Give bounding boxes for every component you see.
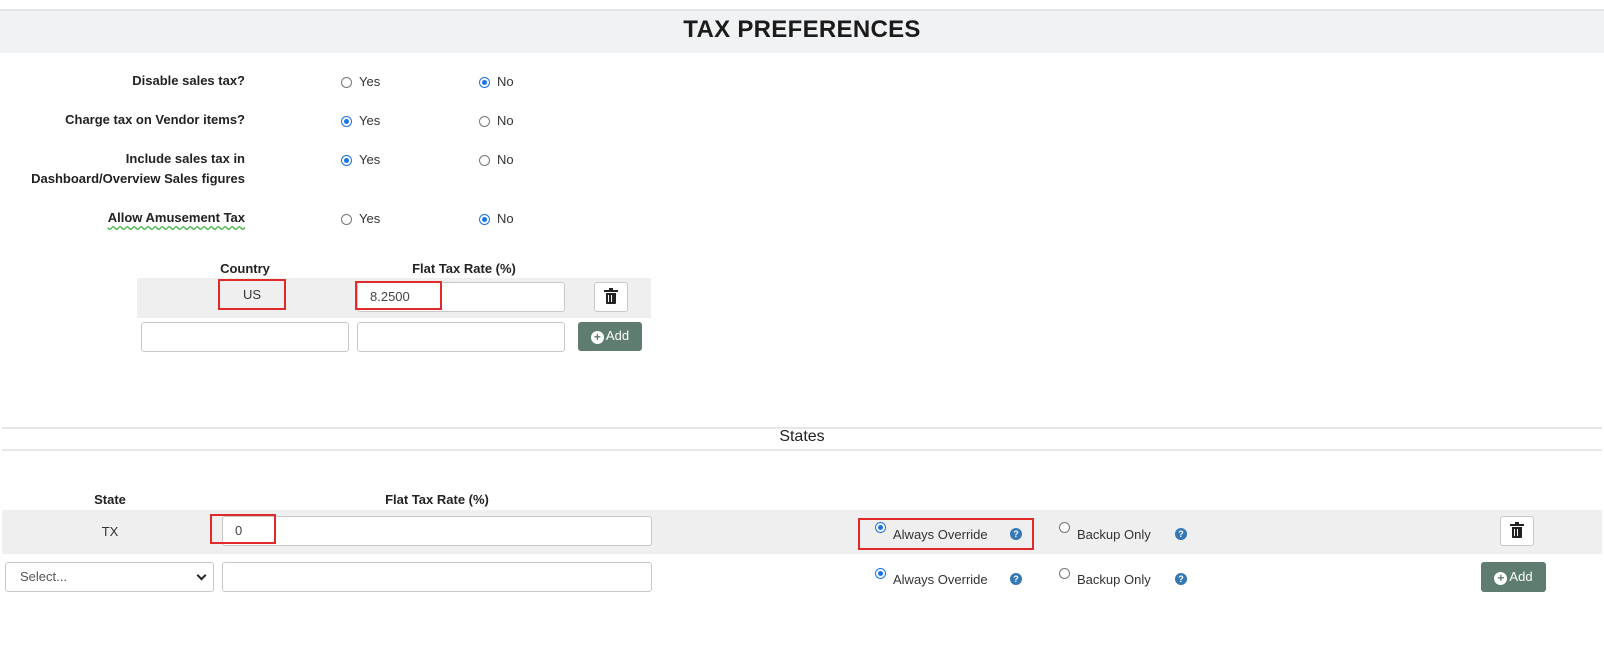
delete-state-button[interactable]: [1500, 516, 1534, 546]
plus-circle-icon: +: [1494, 572, 1508, 585]
amusement-tax-yes-radio[interactable]: [341, 214, 352, 225]
charge-vendor-tax-yes-radio[interactable]: [341, 116, 352, 127]
delete-country-button[interactable]: [594, 282, 628, 312]
new-state-always-override-radio[interactable]: [875, 568, 886, 579]
radio-label: Backup Only: [1077, 572, 1151, 587]
states-section-title: States: [779, 428, 825, 445]
add-label: Add: [605, 328, 630, 343]
highlight-box: [355, 281, 442, 310]
highlight-box: [858, 518, 1034, 550]
radio-label: Backup Only: [1077, 527, 1151, 542]
radio-label: No: [497, 211, 514, 226]
highlight-box: [218, 279, 286, 310]
section-divider: [2, 449, 1602, 451]
radio-label: Always Override: [893, 572, 988, 587]
include-sales-tax-no-radio[interactable]: [479, 155, 490, 166]
state-select-value: Select...: [20, 569, 67, 584]
page-title: TAX PREFERENCES: [683, 16, 921, 43]
pref-label-line: Dashboard/Overview Sales figures: [31, 171, 245, 186]
add-state-button[interactable]: + Add: [1481, 562, 1546, 592]
pref-label-line: Include sales tax in: [125, 151, 245, 166]
add-label: Add: [1509, 569, 1533, 584]
question-circle-icon[interactable]: ?: [1175, 528, 1187, 540]
plus-circle-icon: +: [590, 331, 604, 344]
radio-label: No: [497, 113, 514, 128]
pref-label-disable-sales-tax: Disable sales tax?: [132, 73, 245, 88]
state-select[interactable]: Select...: [5, 562, 214, 592]
pref-label-include-sales-tax: Include sales tax in Dashboard/Overview …: [0, 149, 245, 189]
state-backup-only-radio[interactable]: [1059, 522, 1070, 533]
chevron-down-icon: [196, 570, 207, 581]
highlight-box: [210, 514, 276, 544]
question-circle-icon[interactable]: ?: [1010, 573, 1022, 585]
disable-sales-tax-yes-radio[interactable]: [341, 77, 352, 88]
pref-label-text: Allow Amusement Tax: [107, 210, 245, 225]
amusement-tax-no-radio[interactable]: [479, 214, 490, 225]
question-circle-icon[interactable]: ?: [1175, 573, 1187, 585]
pref-label-charge-vendor-tax: Charge tax on Vendor items?: [65, 112, 245, 127]
state-rate-input[interactable]: 0: [222, 516, 652, 546]
disable-sales-tax-no-radio[interactable]: [479, 77, 490, 88]
state-column-header: State: [94, 492, 126, 507]
radio-label: Yes: [359, 211, 381, 226]
state-rate-column-header: Flat Tax Rate (%): [385, 492, 489, 507]
radio-label: Yes: [359, 152, 381, 167]
trash-icon: [604, 288, 618, 304]
trash-icon: [1510, 522, 1524, 538]
charge-vendor-tax-no-radio[interactable]: [479, 116, 490, 127]
country-rate-column-header: Flat Tax Rate (%): [412, 261, 516, 276]
state-cell: TX: [101, 524, 119, 539]
new-country-input[interactable]: [141, 322, 349, 352]
radio-label: No: [497, 74, 514, 89]
new-state-rate-input[interactable]: [222, 562, 652, 592]
pref-label-allow-amusement-tax: Allow Amusement Tax: [0, 208, 245, 228]
radio-label: No: [497, 152, 514, 167]
radio-label: Yes: [359, 113, 381, 128]
add-country-button[interactable]: + Add: [578, 322, 642, 351]
new-state-backup-only-radio[interactable]: [1059, 568, 1070, 579]
new-country-rate-input[interactable]: [357, 322, 565, 352]
radio-label: Yes: [359, 74, 381, 89]
include-sales-tax-yes-radio[interactable]: [341, 155, 352, 166]
country-column-header: Country: [220, 261, 270, 276]
